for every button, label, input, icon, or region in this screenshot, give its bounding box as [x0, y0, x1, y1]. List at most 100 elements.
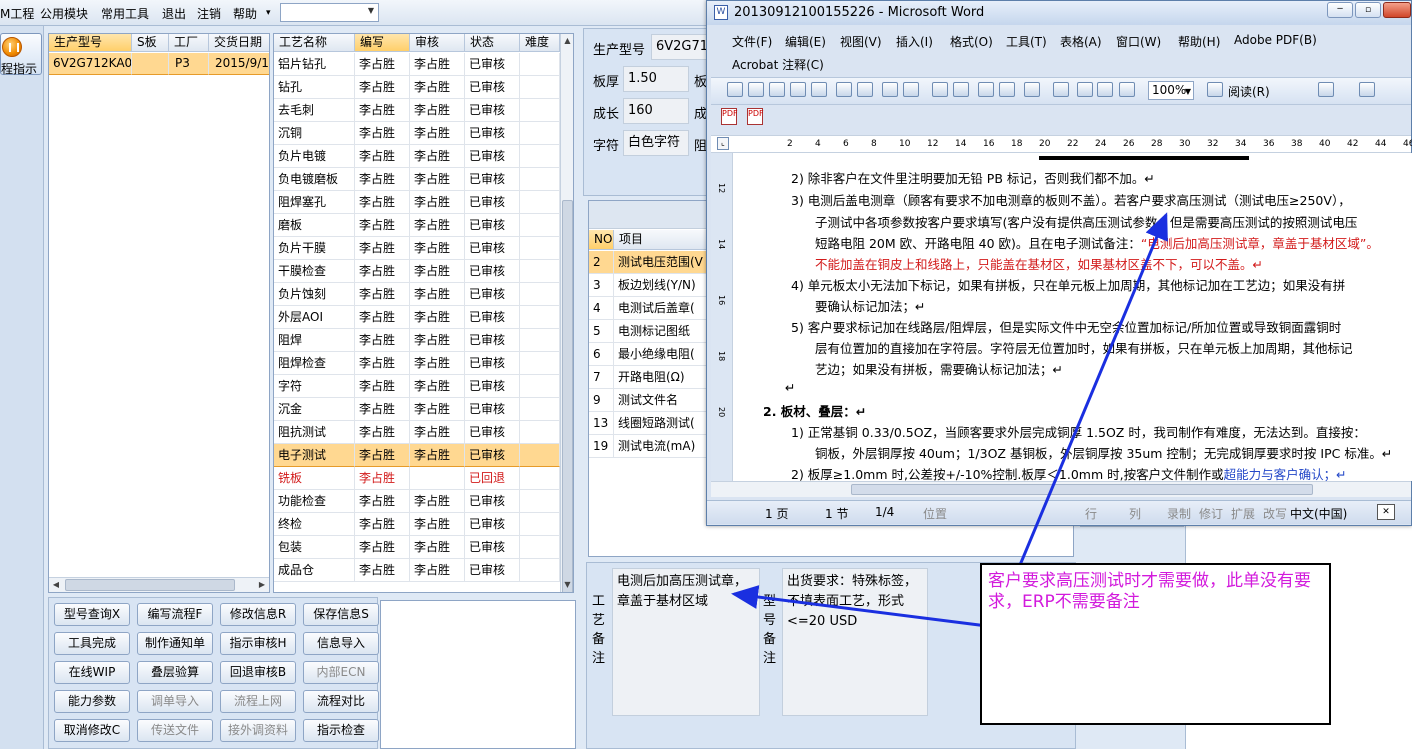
action-button[interactable]: 能力参数: [54, 690, 130, 713]
toolbar-icon[interactable]: [811, 82, 827, 97]
table-row[interactable]: 负电镀磨板 李占胜 李占胜 已审核: [274, 168, 560, 191]
table-row[interactable]: 包装 李占胜 李占胜 已审核: [274, 536, 560, 559]
toolbar-icon[interactable]: [882, 82, 898, 97]
scroll-thumb[interactable]: [851, 484, 1313, 495]
word-menu-item[interactable]: 工具(T): [1006, 33, 1047, 50]
action-button[interactable]: 在线WIP: [54, 661, 130, 684]
word-menu-item[interactable]: 表格(A): [1060, 33, 1102, 50]
table-row[interactable]: 去毛刺 李占胜 李占胜 已审核: [274, 99, 560, 122]
read-mode-button[interactable]: 阅读(R): [1228, 83, 1270, 100]
menu-item-common-tools[interactable]: 常用工具: [101, 5, 149, 22]
spellcheck-icon[interactable]: ✕: [1377, 504, 1395, 520]
toolbar-icon[interactable]: [836, 82, 852, 97]
toolbar-icon[interactable]: [748, 82, 764, 97]
action-button[interactable]: 调单导入: [137, 690, 213, 713]
table-row[interactable]: 电子测试 李占胜 李占胜 已审核: [274, 444, 560, 467]
font-color-icon[interactable]: [1359, 82, 1375, 97]
menu-item-public-module[interactable]: 公用模块: [40, 5, 88, 22]
table-row[interactable]: 功能检查 李占胜 李占胜 已审核: [274, 490, 560, 513]
table-row[interactable]: 铣板 李占胜 已回退: [274, 467, 560, 490]
thickness-field[interactable]: 1.50: [623, 66, 689, 92]
doc-hscrollbar[interactable]: [711, 481, 1411, 497]
toolbar-icon[interactable]: [932, 82, 948, 97]
menu-item-exit[interactable]: 退出: [162, 5, 186, 22]
process-col-status[interactable]: 状态: [465, 34, 520, 52]
char-field[interactable]: 白色字符: [623, 130, 689, 156]
action-button[interactable]: 流程对比: [303, 690, 379, 713]
message-box[interactable]: [380, 600, 576, 749]
scroll-up-icon[interactable]: ▲: [561, 34, 573, 48]
table-row[interactable]: 负片蚀刻 李占胜 李占胜 已审核: [274, 283, 560, 306]
process-guide-button[interactable]: 程指示: [0, 33, 42, 76]
process-remark-field[interactable]: 电测后加高压测试章，章盖于基材区域: [612, 568, 760, 716]
toolbar-icon[interactable]: [727, 82, 743, 97]
action-button[interactable]: 指示检查: [303, 719, 379, 742]
zoom-select[interactable]: 100% ▼: [1148, 81, 1194, 100]
model-remark-field[interactable]: 出货要求：特殊标签，不填表面工艺，形式<=20 USD: [782, 568, 928, 716]
table-row[interactable]: 成品仓 李占胜 李占胜 已审核: [274, 559, 560, 582]
order-grid-hscrollbar[interactable]: ◀ ▶: [49, 577, 269, 592]
table-row[interactable]: 字符 李占胜 李占胜 已审核: [274, 375, 560, 398]
action-button[interactable]: 接外调资料: [220, 719, 296, 742]
order-col-s-board[interactable]: S板: [132, 34, 169, 52]
process-col-name[interactable]: 工艺名称: [274, 34, 355, 52]
table-row[interactable]: 阻焊塞孔 李占胜 李占胜 已审核: [274, 191, 560, 214]
action-button[interactable]: 保存信息S: [303, 603, 379, 626]
highlight-icon[interactable]: [1318, 82, 1334, 97]
word-menu-item[interactable]: Adobe PDF(B): [1234, 33, 1317, 47]
process-col-reviewer[interactable]: 审核: [410, 34, 465, 52]
word-menu-item[interactable]: 窗口(W): [1116, 33, 1161, 50]
toolbar-icon[interactable]: [769, 82, 785, 97]
toolbar-icon[interactable]: [1077, 82, 1093, 97]
toolbar-icon[interactable]: [1024, 82, 1040, 97]
menu-item-project[interactable]: M工程: [0, 5, 34, 22]
table-row[interactable]: 干膜检查 李占胜 李占胜 已审核: [274, 260, 560, 283]
action-button[interactable]: 回退审核B: [220, 661, 296, 684]
pdf-comment-icon[interactable]: PDF: [747, 108, 764, 125]
maximize-icon[interactable]: ▫: [1355, 2, 1381, 18]
acrobat-menu[interactable]: Acrobat 注释(C): [732, 56, 824, 73]
chevron-down-icon[interactable]: ▼: [368, 6, 374, 15]
scroll-thumb[interactable]: [65, 579, 235, 591]
help-icon[interactable]: [1207, 82, 1223, 97]
table-row[interactable]: 阻抗测试 李占胜 李占胜 已审核: [274, 421, 560, 444]
word-menu-item[interactable]: 文件(F): [732, 33, 772, 50]
action-button[interactable]: 叠层验算: [137, 661, 213, 684]
scroll-down-icon[interactable]: ▼: [561, 578, 573, 592]
length-field[interactable]: 160: [623, 98, 689, 124]
test-col-no[interactable]: NO: [589, 230, 614, 250]
table-row[interactable]: 终检 李占胜 李占胜 已审核: [274, 513, 560, 536]
toolbar-icon[interactable]: [1053, 82, 1069, 97]
table-row[interactable]: 沉铜 李占胜 李占胜 已审核: [274, 122, 560, 145]
toolbar-icon[interactable]: [903, 82, 919, 97]
table-row[interactable]: 外层AOI 李占胜 李占胜 已审核: [274, 306, 560, 329]
toolbar-icon[interactable]: [790, 82, 806, 97]
action-button[interactable]: 型号查询X: [54, 603, 130, 626]
table-row[interactable]: 铝片钻孔 李占胜 李占胜 已审核: [274, 53, 560, 76]
action-button[interactable]: 编写流程F: [137, 603, 213, 626]
tab-stop-icon[interactable]: ⌞: [717, 137, 729, 150]
menu-item-logout[interactable]: 注销: [197, 5, 221, 22]
toolbar-icon[interactable]: [857, 82, 873, 97]
pdf-icon[interactable]: PDF: [721, 108, 738, 125]
action-button[interactable]: 工具完成: [54, 632, 130, 655]
toolbar-icon[interactable]: [999, 82, 1015, 97]
order-col-model[interactable]: 生产型号: [49, 34, 132, 52]
scroll-thumb[interactable]: [562, 200, 573, 592]
table-row[interactable]: 磨板 李占胜 李占胜 已审核: [274, 214, 560, 237]
chevron-down-icon[interactable]: ▼: [1185, 83, 1191, 100]
word-menu-item[interactable]: 编辑(E): [785, 33, 826, 50]
toolbar-icon[interactable]: [1119, 82, 1135, 97]
menu-combo-box[interactable]: ▼: [280, 3, 379, 22]
table-row[interactable]: 负片干膜 李占胜 李占胜 已审核: [274, 237, 560, 260]
action-button[interactable]: 取消修改C: [54, 719, 130, 742]
word-menu-item[interactable]: 视图(V): [840, 33, 882, 50]
toolbar-icon[interactable]: [978, 82, 994, 97]
process-col-difficulty[interactable]: 难度: [520, 34, 560, 52]
table-row[interactable]: 阻焊 李占胜 李占胜 已审核: [274, 329, 560, 352]
minimize-icon[interactable]: ‒: [1327, 2, 1353, 18]
word-menu-item[interactable]: 帮助(H): [1178, 33, 1220, 50]
scroll-left-icon[interactable]: ◀: [49, 578, 63, 591]
word-menu-item[interactable]: 格式(O): [950, 33, 993, 50]
action-button[interactable]: 传送文件: [137, 719, 213, 742]
